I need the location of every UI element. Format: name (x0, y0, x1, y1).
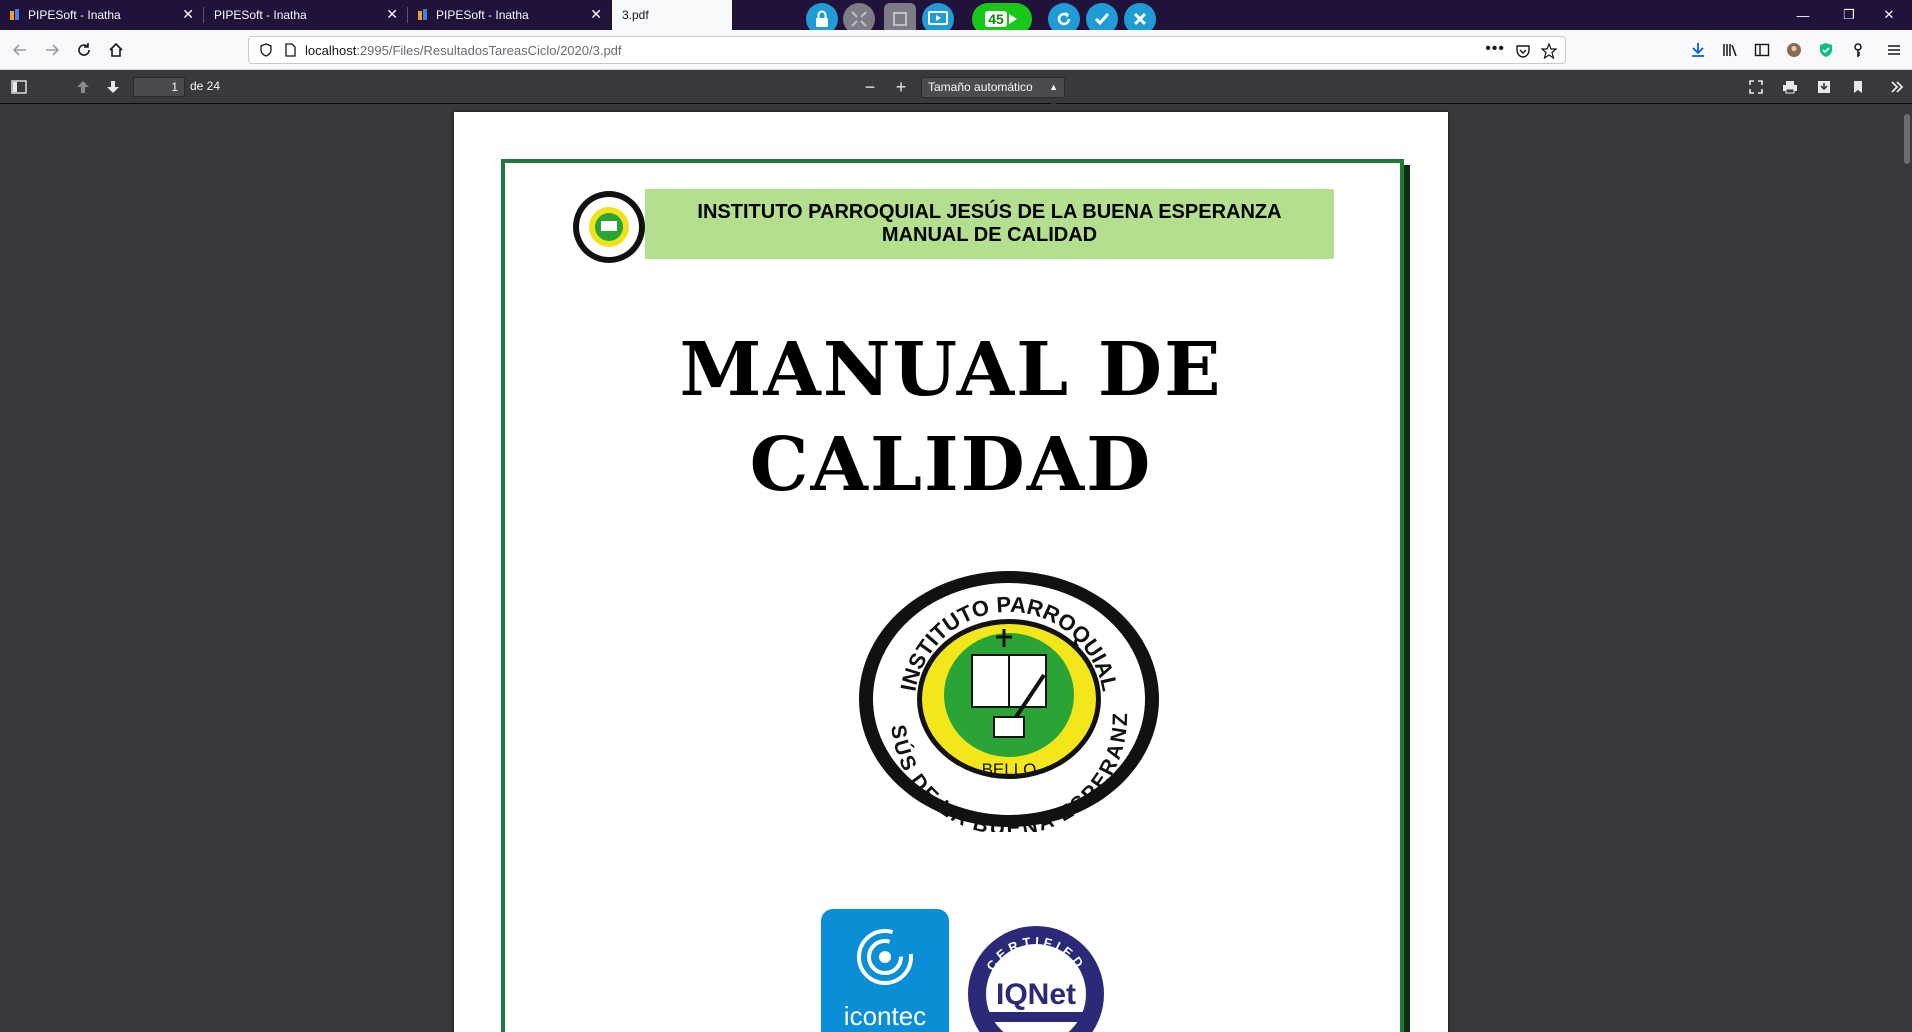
forward-arrow-icon (46, 44, 60, 56)
bookmark-icon (1854, 81, 1862, 93)
extension-shield-button[interactable] (1814, 38, 1838, 62)
next-page-button[interactable] (102, 77, 124, 97)
tab-pipesoft-3[interactable]: PIPESoft - Inatha ✕ (408, 0, 612, 30)
manual-subtitle: MANUAL DE CALIDAD (881, 224, 1098, 246)
tracking-protection-icon[interactable] (259, 43, 273, 57)
key-icon (1854, 43, 1862, 57)
navigation-bar: localhost:2995/Files/ResultadosTareasCic… (0, 30, 1912, 70)
zoom-out-button[interactable]: − (859, 77, 881, 97)
tab-close-icon[interactable]: ✕ (590, 6, 602, 22)
zoom-select-value: Tamaño automático (928, 80, 1033, 94)
pipesoft-favicon-icon (418, 9, 428, 21)
shield-icon (1820, 43, 1832, 57)
save-icon (1818, 81, 1830, 93)
presentation-mode-button[interactable] (1745, 77, 1767, 97)
record-counter-value: 45 (985, 11, 1007, 27)
library-icon (1723, 44, 1737, 57)
url-text[interactable]: localhost:2995/Files/ResultadosTareasCic… (305, 43, 622, 58)
bookmark-star-icon[interactable] (1541, 43, 1557, 59)
account-button[interactable] (1782, 38, 1806, 62)
pipesoft-favicon-icon (10, 9, 20, 21)
tab-pipesoft-2[interactable]: PIPESoft - Inatha ✕ (204, 0, 408, 30)
seal-city-text: BELLO (982, 760, 1037, 779)
pocket-icon[interactable] (1515, 43, 1531, 59)
home-icon (109, 42, 123, 57)
print-button[interactable] (1779, 77, 1801, 97)
tab-title: PIPESoft - Inatha (214, 8, 307, 22)
url-path: :2995/Files/ResultadosTareasCiclo/2020/3… (356, 42, 622, 58)
tab-title: PIPESoft - Inatha (436, 8, 529, 22)
arrow-down-icon (107, 81, 119, 93)
tab-pipesoft-1[interactable]: PIPESoft - Inatha ✕ (0, 0, 204, 30)
window-close-button[interactable]: ✕ (1866, 0, 1912, 30)
downloads-button[interactable] (1686, 38, 1710, 62)
tab-3pdf[interactable]: 3.pdf (612, 0, 732, 30)
reload-button[interactable] (72, 38, 96, 62)
tab-strip: PIPESoft - Inatha ✕ PIPESoft - Inatha ✕ … (0, 0, 1912, 30)
forward-button[interactable] (40, 38, 64, 62)
iqnet-certified-logo: CERTIFIED IQNet (968, 926, 1104, 1032)
previous-page-button[interactable] (72, 77, 94, 97)
tab-title: 3.pdf (622, 8, 649, 22)
document-title-line-2: CALIDAD (749, 422, 1153, 508)
tools-button[interactable] (1886, 77, 1908, 97)
pdf-viewer[interactable]: INSTITUTO PARROQUIAL JESÚS DE LA BUENA E… (0, 104, 1912, 1032)
page-actions-icon[interactable]: ••• (1485, 40, 1505, 58)
icontec-mark-icon (857, 929, 913, 985)
minimize-button[interactable]: — (1780, 0, 1826, 30)
vertical-scrollbar[interactable] (1902, 104, 1912, 1032)
page-number-input[interactable]: 1 (133, 77, 185, 97)
tab-title: PIPESoft - Inatha (28, 8, 121, 22)
download-icon (1692, 43, 1704, 57)
page-icon (285, 43, 296, 57)
sidebar-icon (1754, 43, 1770, 57)
arrow-up-icon (77, 81, 89, 93)
toggle-sidebar-button[interactable] (8, 77, 30, 97)
record-icon (1008, 14, 1017, 24)
institute-seal: INSTITUTO PARROQUIAL JESÚS DE LA BUENA E… (854, 567, 1159, 832)
sidebar-toggle-icon (11, 80, 27, 94)
back-button[interactable] (8, 38, 32, 62)
document-title-line-1: MANUAL DE (679, 327, 1223, 413)
hamburger-menu-icon (1888, 45, 1900, 55)
double-chevron-right-icon (1891, 81, 1904, 93)
iqnet-label: IQNet (996, 978, 1076, 1011)
reload-icon (78, 43, 90, 56)
institute-logo-small (573, 191, 645, 263)
sidebar-button[interactable] (1750, 38, 1774, 62)
pdf-page: INSTITUTO PARROQUIAL JESÚS DE LA BUENA E… (454, 112, 1448, 1032)
tab-close-icon[interactable]: ✕ (182, 6, 194, 22)
avatar-icon (1787, 43, 1801, 57)
save-button[interactable] (1813, 77, 1835, 97)
icontec-logo: icontec (821, 909, 949, 1032)
home-button[interactable] (104, 38, 128, 62)
print-icon (1783, 81, 1797, 94)
library-button[interactable] (1718, 38, 1742, 62)
url-host: localhost (305, 42, 357, 58)
tab-close-icon[interactable]: ✕ (386, 6, 398, 22)
icontec-label: icontec (843, 1001, 927, 1031)
zoom-in-button[interactable]: + (890, 77, 912, 97)
menu-button[interactable] (1882, 38, 1906, 62)
page-count-label: de 24 (190, 79, 221, 93)
fullscreen-icon (1749, 80, 1763, 94)
url-bar[interactable]: localhost:2995/Files/ResultadosTareasCic… (248, 36, 1566, 64)
pdf-toolbar: 1 de 24 − + Tamaño automático ▲▼ (0, 70, 1912, 111)
back-arrow-icon (12, 44, 26, 56)
extension-key-button[interactable] (1846, 38, 1870, 62)
institute-name: INSTITUTO PARROQUIAL JESÚS DE LA BUENA E… (697, 201, 1282, 223)
header-band: INSTITUTO PARROQUIAL JESÚS DE LA BUENA E… (645, 189, 1334, 259)
zoom-select[interactable]: Tamaño automático ▲▼ (921, 77, 1065, 111)
bookmark-button[interactable] (1847, 77, 1869, 97)
scrollbar-thumb[interactable] (1904, 114, 1910, 164)
